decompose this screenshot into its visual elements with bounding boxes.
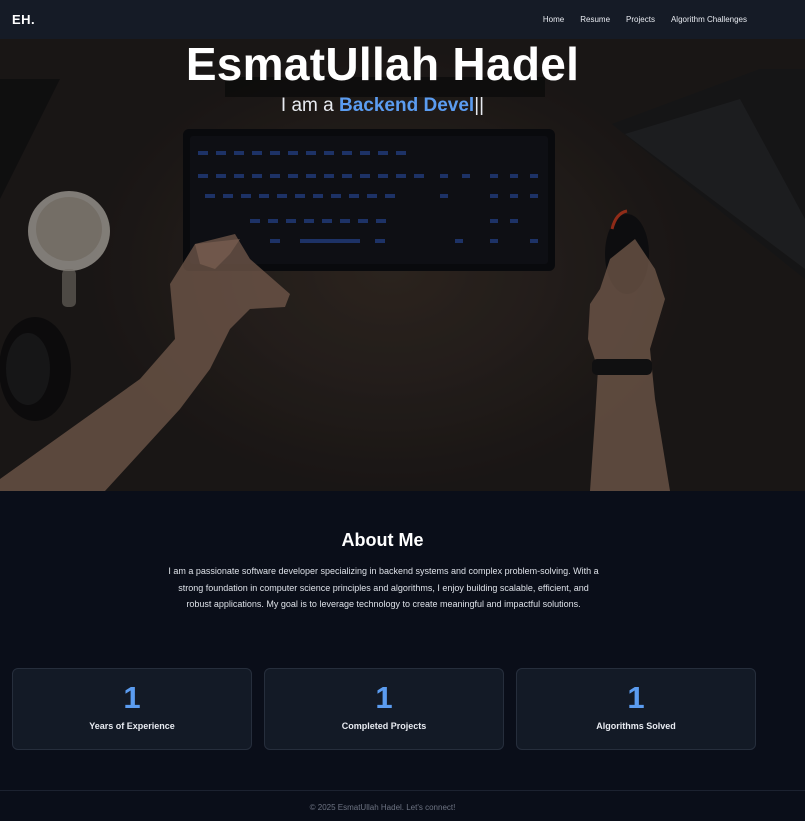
nav-link-home[interactable]: Home <box>535 11 572 28</box>
stat-card-projects: 1 Completed Projects <box>264 668 504 750</box>
stat-value: 1 <box>375 680 393 715</box>
stat-value: 1 <box>123 680 141 715</box>
stat-card-algorithms: 1 Algorithms Solved <box>516 668 756 750</box>
nav-links: Home Resume Projects Algorithm Challenge… <box>535 11 755 28</box>
stat-label: Completed Projects <box>341 721 427 731</box>
stat-card-experience: 1 Years of Experience <box>12 668 252 750</box>
hero-subtitle: I am a Backend Devel|| <box>0 95 765 117</box>
about-text: I am a passionate software developer spe… <box>168 566 599 609</box>
footer-divider <box>0 790 805 791</box>
navbar: EH. Home Resume Projects Algorithm Chall… <box>0 0 805 39</box>
stat-label: Years of Experience <box>89 721 175 731</box>
footer-text: © 2025 EsmatUllah Hadel. Let's connect! <box>309 803 456 812</box>
typed-role-text: Backend Devel <box>339 95 475 116</box>
hero-section: EsmatUllah Hadel I am a Backend Devel|| <box>0 39 805 491</box>
about-title: About Me <box>341 530 424 550</box>
stat-value: 1 <box>627 680 645 715</box>
hero-title: EsmatUllah Hadel <box>185 39 580 90</box>
logo[interactable]: EH. <box>12 12 35 27</box>
nav-link-projects[interactable]: Projects <box>618 11 663 28</box>
nav-link-algorithm-challenges[interactable]: Algorithm Challenges <box>663 11 755 28</box>
stat-label: Algorithms Solved <box>596 721 676 731</box>
nav-link-resume[interactable]: Resume <box>572 11 618 28</box>
typing-cursor: || <box>474 95 485 116</box>
hero-subtitle-prefix: I am a <box>280 95 339 116</box>
